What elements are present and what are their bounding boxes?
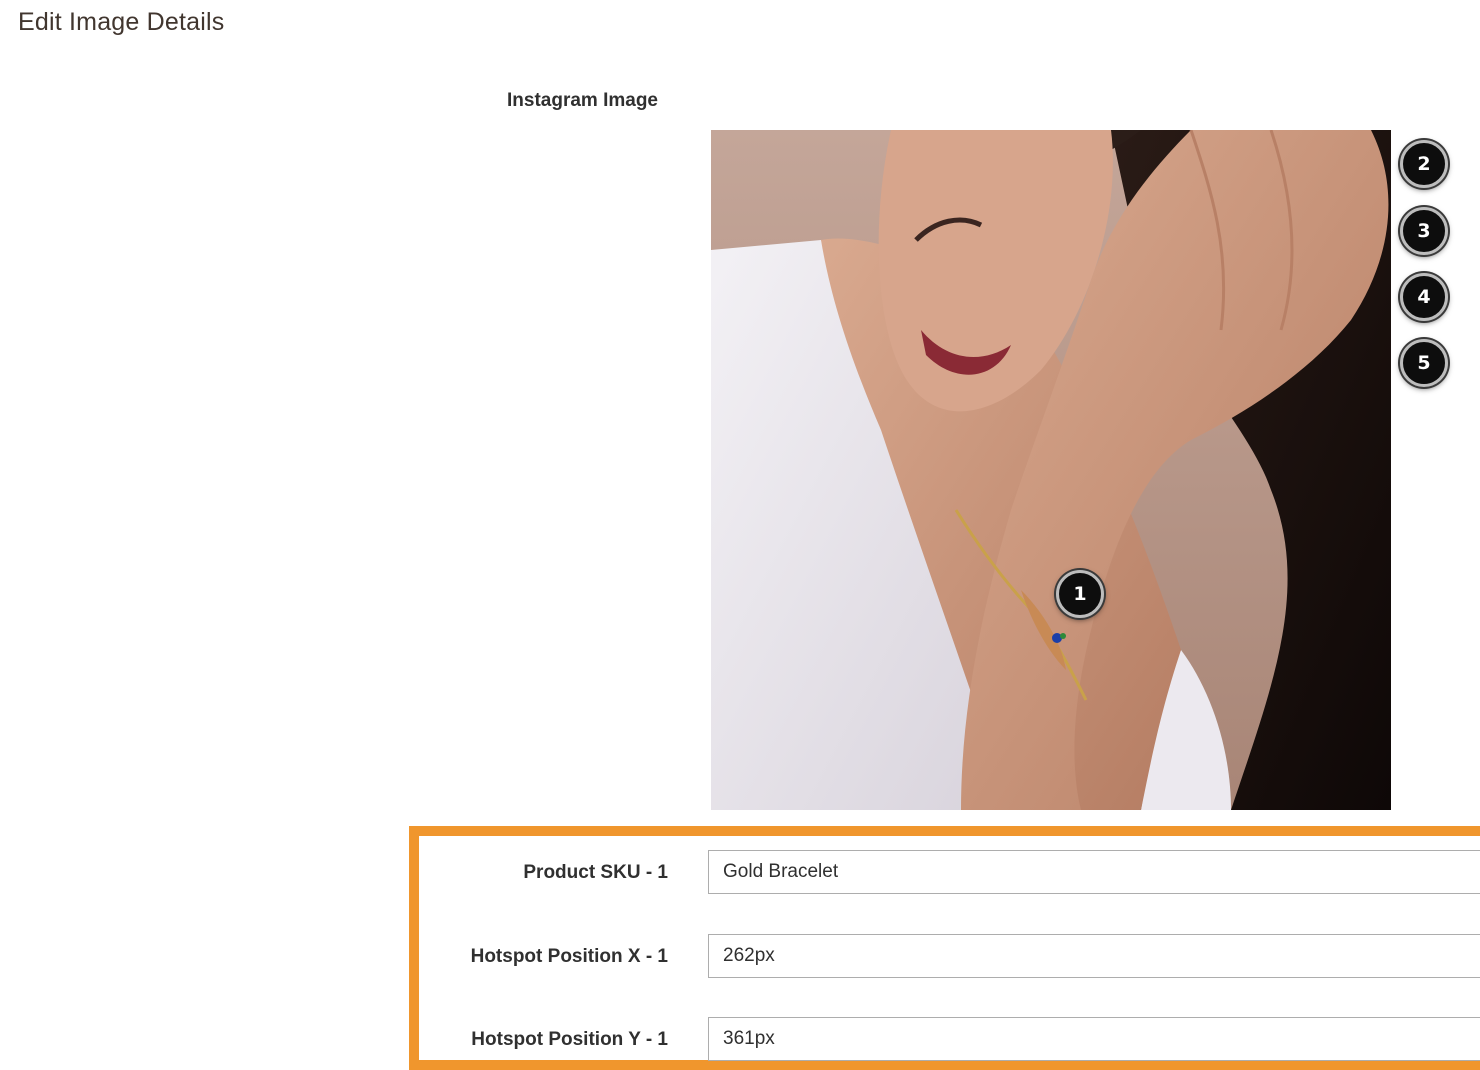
hotspot-marker-5[interactable]: 5 [1400, 339, 1448, 387]
hotspot-x-input[interactable] [708, 934, 1480, 978]
hotspot-x-label: Hotspot Position X - 1 [470, 946, 668, 967]
hotspot-marker-1[interactable]: 1 [1056, 570, 1104, 618]
hotspot-y-row: Hotspot Position Y - 1 [419, 1017, 1480, 1061]
photo-illustration [711, 130, 1391, 810]
hotspot-marker-4[interactable]: 4 [1400, 273, 1448, 321]
product-sku-row: Product SKU - 1 [419, 850, 1480, 894]
hotspot-y-label: Hotspot Position Y - 1 [471, 1029, 668, 1050]
instagram-image-label: Instagram Image [507, 90, 658, 111]
product-sku-input[interactable] [708, 850, 1480, 894]
page-title: Edit Image Details [18, 8, 225, 36]
hotspot-x-row: Hotspot Position X - 1 [419, 934, 1480, 978]
hotspot-fields-highlight: Product SKU - 1 Hotspot Position X - 1 H… [409, 826, 1480, 1070]
hotspot-y-input[interactable] [708, 1017, 1480, 1061]
instagram-image [711, 130, 1391, 810]
product-sku-label: Product SKU - 1 [523, 862, 668, 883]
hotspot-marker-2[interactable]: 2 [1400, 140, 1448, 188]
hotspot-marker-3[interactable]: 3 [1400, 207, 1448, 255]
